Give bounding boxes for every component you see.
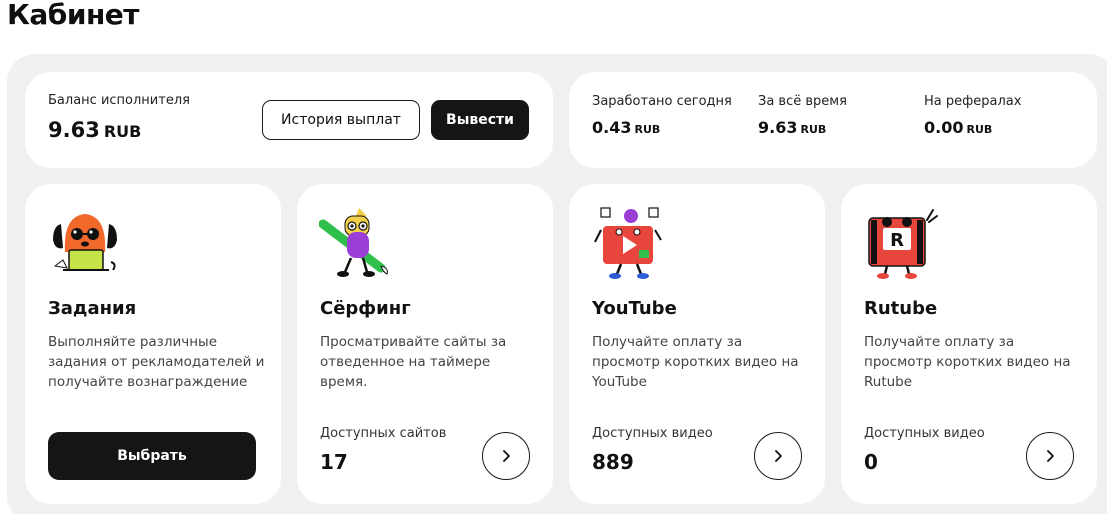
chevron-right-icon xyxy=(503,450,510,462)
stat-currency: RUB xyxy=(634,123,661,136)
chevron-right-icon xyxy=(775,450,782,462)
balance-amount: 9.63 xyxy=(48,118,100,142)
stat-today: Заработано сегодня 0.43 RUB xyxy=(592,94,732,137)
available-videos-count: 889 xyxy=(592,450,634,474)
stat-currency: RUB xyxy=(800,123,827,136)
stat-currency: RUB xyxy=(966,123,993,136)
chevron-right-icon xyxy=(1047,450,1054,462)
balance-currency: RUB xyxy=(103,122,142,141)
stat-label: За всё время xyxy=(758,94,847,109)
stat-value: 0.00 RUB xyxy=(924,118,1021,137)
dog-mascot-laptop-icon xyxy=(47,206,123,282)
youtube-title: YouTube xyxy=(592,298,677,319)
select-tasks-button[interactable]: Выбрать xyxy=(48,432,256,480)
surfing-title: Сёрфинг xyxy=(320,298,411,319)
balance-card: Баланс исполнителя 9.63 RUB История выпла… xyxy=(25,72,553,168)
stat-amount: 9.63 xyxy=(758,118,798,137)
page-title: Кабинет xyxy=(7,0,140,31)
available-videos-count: 0 xyxy=(864,450,878,474)
tasks-title: Задания xyxy=(48,298,137,319)
surfer-mascot-icon xyxy=(318,206,395,282)
youtube-card[interactable]: YouTube Получайте оплату за просмотр кор… xyxy=(569,184,825,504)
rutube-card[interactable]: R Rutube Получайте оплату за просмотр ко… xyxy=(841,184,1097,504)
payout-history-button[interactable]: История выплат xyxy=(262,100,420,140)
rutube-title: Rutube xyxy=(864,298,938,319)
stat-value: 0.43 RUB xyxy=(592,118,732,137)
rutube-open-button[interactable] xyxy=(1026,432,1074,480)
stat-label: Заработано сегодня xyxy=(592,94,732,109)
rutube-mascot-icon: R xyxy=(863,206,939,282)
withdraw-button[interactable]: Вывести xyxy=(431,100,529,140)
stat-amount: 0.00 xyxy=(924,118,964,137)
available-videos-label: Доступных видео xyxy=(592,426,713,441)
tasks-description: Выполняйте различные задания от рекламод… xyxy=(48,334,265,390)
stat-label: На рефералах xyxy=(924,94,1022,109)
stat-referrals: На рефералах 0.00 RUB xyxy=(924,94,1021,137)
stat-value: 9.63 RUB xyxy=(758,118,847,137)
youtube-open-button[interactable] xyxy=(754,432,802,480)
svg-text:R: R xyxy=(890,230,904,251)
balance-value: 9.63 RUB xyxy=(48,118,141,142)
balance-label: Баланс исполнителя xyxy=(48,93,190,108)
stat-amount: 0.43 xyxy=(592,118,632,137)
youtube-mascot-icon xyxy=(591,206,667,282)
surfing-description: Просматривайте сайты за отведенное на та… xyxy=(320,334,507,390)
available-sites-label: Доступных сайтов xyxy=(320,426,447,441)
stat-all-time: За всё время 9.63 RUB xyxy=(758,94,847,137)
surfing-card[interactable]: Сёрфинг Просматривайте сайты за отведенн… xyxy=(297,184,553,504)
available-sites-count: 17 xyxy=(320,450,348,474)
tasks-card[interactable]: Задания Выполняйте различные задания от … xyxy=(25,184,281,504)
surfing-open-button[interactable] xyxy=(482,432,530,480)
available-videos-label: Доступных видео xyxy=(864,426,985,441)
rutube-description: Получайте оплату за просмотр коротких ви… xyxy=(864,334,1071,390)
earnings-stats-card: Заработано сегодня 0.43 RUB За всё время … xyxy=(569,72,1097,168)
youtube-description: Получайте оплату за просмотр коротких ви… xyxy=(592,334,799,390)
